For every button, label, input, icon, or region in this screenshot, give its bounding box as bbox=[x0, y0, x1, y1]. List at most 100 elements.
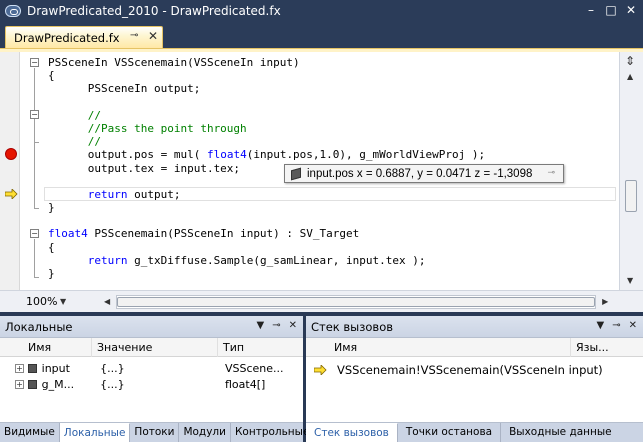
close-button[interactable]: ✕ bbox=[623, 2, 639, 18]
tab-call-stack[interactable]: Стек вызовов bbox=[306, 422, 398, 442]
tab-locals[interactable]: Локальные bbox=[59, 422, 131, 442]
scroll-up-icon[interactable]: ▲ bbox=[627, 72, 633, 81]
collapse-icon[interactable]: − bbox=[30, 229, 39, 238]
outline-line bbox=[34, 120, 35, 142]
tab-modules[interactable]: Модули bbox=[179, 422, 231, 442]
locals-panel: Локальные ▼ ⊸ ✕ Имя Значение Тип + input… bbox=[0, 316, 374, 442]
collapse-icon[interactable]: − bbox=[30, 110, 39, 119]
outline-line bbox=[34, 239, 35, 277]
code-line[interactable]: { bbox=[48, 241, 485, 254]
column-header-name[interactable]: Имя bbox=[306, 337, 571, 357]
code-line[interactable] bbox=[48, 214, 485, 227]
column-header-name[interactable]: Имя bbox=[0, 337, 92, 357]
code-token: { bbox=[48, 240, 55, 254]
code-token: } bbox=[48, 201, 55, 215]
code-line[interactable]: return g_txDiffuse.Sample(g_samLinear, i… bbox=[48, 254, 485, 267]
current-statement-arrow-icon bbox=[5, 189, 18, 199]
tab-output[interactable]: Выходные данные bbox=[501, 423, 620, 442]
maximize-button[interactable]: □ bbox=[603, 2, 619, 18]
tab-breakpoints[interactable]: Точки останова bbox=[398, 422, 502, 442]
datatip[interactable]: input.pos x = 0.6887, y = 0.0471 z = -1,… bbox=[284, 164, 564, 183]
code-token: } bbox=[48, 267, 55, 280]
comment-token: // bbox=[48, 108, 101, 122]
title-bar: DrawPredicated_2010 - DrawPredicated.fx … bbox=[0, 0, 643, 22]
code-token: output.pos = mul( bbox=[48, 148, 207, 162]
pin-icon[interactable]: ⊸ bbox=[272, 320, 280, 331]
code-token: output; bbox=[127, 187, 181, 201]
horizontal-scrollbar[interactable] bbox=[116, 294, 597, 309]
pin-icon[interactable]: ⊸ bbox=[130, 30, 138, 41]
document-tab-strip: DrawPredicated.fx ⊸ ✕ bbox=[0, 22, 643, 48]
zoom-level[interactable]: 100% bbox=[0, 295, 60, 308]
document-tab[interactable]: DrawPredicated.fx ⊸ ✕ bbox=[5, 26, 163, 48]
local-type: float4[] bbox=[225, 377, 266, 391]
collapse-icon[interactable]: − bbox=[30, 58, 39, 67]
call-stack-grid-header: Имя Язы... bbox=[306, 337, 643, 357]
field-icon bbox=[27, 363, 37, 373]
table-row[interactable]: + g_M... {...} float4[] bbox=[0, 376, 303, 392]
local-name: g_M... bbox=[41, 377, 75, 391]
call-stack-panel: Стек вызовов ▼ ⊸ ✕ Имя Язы... VSScenemai… bbox=[306, 316, 643, 442]
code-line[interactable]: // bbox=[48, 135, 485, 148]
column-header-language[interactable]: Язы... bbox=[571, 338, 643, 357]
pin-icon[interactable]: ⊸ bbox=[612, 320, 620, 331]
code-line[interactable] bbox=[48, 96, 485, 109]
table-row[interactable]: + input {...} VSScene... bbox=[0, 360, 303, 376]
code-line[interactable]: { bbox=[48, 69, 485, 82]
field-icon bbox=[291, 167, 301, 180]
column-header-value[interactable]: Значение bbox=[92, 337, 218, 357]
code-line[interactable]: float4 PSScenemain(PSSceneIn input) : SV… bbox=[48, 227, 485, 240]
code-line[interactable]: output.pos = mul( float4(input.pos,1.0),… bbox=[48, 148, 485, 161]
code-line[interactable]: // bbox=[48, 109, 485, 122]
tab-close-icon[interactable]: ✕ bbox=[148, 29, 158, 43]
code-line[interactable]: PSSceneIn VSScenemain(VSSceneIn input) bbox=[48, 56, 485, 69]
horizontal-scroll-thumb[interactable] bbox=[117, 296, 596, 307]
document-tab-label: DrawPredicated.fx bbox=[14, 30, 120, 45]
code-line[interactable]: return output; bbox=[48, 188, 485, 201]
minimize-button[interactable]: – bbox=[583, 2, 599, 18]
locals-controls: ▼ ⊸ ✕ bbox=[257, 320, 297, 331]
locals-grid-header: Имя Значение Тип bbox=[0, 337, 303, 357]
scroll-left-icon[interactable]: ◀ bbox=[104, 297, 110, 306]
local-value: {...} bbox=[100, 361, 125, 375]
code-token: PSSceneIn VSScenemain(VSSceneIn input) bbox=[48, 56, 300, 69]
splitter-icon[interactable]: ⇕ bbox=[625, 54, 635, 68]
outline-end bbox=[34, 142, 39, 143]
dropdown-icon[interactable]: ▼ bbox=[257, 320, 265, 331]
keyword-token: return bbox=[87, 187, 128, 201]
code-token: { bbox=[48, 69, 55, 83]
tab-autos[interactable]: Видимые bbox=[0, 422, 60, 442]
outlining-margin: − − − bbox=[30, 52, 42, 290]
close-icon[interactable]: ✕ bbox=[289, 320, 297, 331]
datatip-pin-icon[interactable]: ⊸ bbox=[547, 168, 555, 178]
keyword-token: float4 bbox=[48, 227, 88, 241]
tab-threads[interactable]: Потоки bbox=[130, 422, 180, 442]
vertical-scrollbar[interactable]: ⇕ ▲ ▼ bbox=[619, 52, 643, 290]
expand-icon[interactable]: + bbox=[15, 379, 24, 389]
code-line[interactable]: PSSceneIn output; bbox=[48, 82, 485, 95]
call-stack-title-bar: Стек вызовов ▼ ⊸ ✕ bbox=[306, 316, 643, 338]
local-name: input bbox=[41, 361, 70, 375]
expand-icon[interactable]: + bbox=[15, 363, 24, 373]
zoom-dropdown-icon[interactable]: ▼ bbox=[60, 297, 84, 306]
scroll-down-icon[interactable]: ▼ bbox=[627, 276, 633, 285]
current-frame-arrow-icon bbox=[314, 365, 327, 375]
visual-studio-icon bbox=[5, 5, 21, 17]
scroll-thumb[interactable] bbox=[625, 180, 637, 212]
keyword-token: return bbox=[87, 253, 128, 267]
code-line[interactable]: //Pass the point through bbox=[48, 122, 485, 135]
code-line[interactable]: } bbox=[48, 201, 485, 214]
column-header-type[interactable]: Тип bbox=[218, 338, 303, 357]
dropdown-icon[interactable]: ▼ bbox=[597, 320, 605, 331]
code-editor[interactable]: − − − PSSceneIn VSScenemain(VSSceneIn in… bbox=[0, 52, 643, 290]
breakpoint-gutter[interactable] bbox=[0, 52, 20, 290]
scroll-right-icon[interactable]: ▶ bbox=[602, 297, 608, 306]
close-icon[interactable]: ✕ bbox=[629, 320, 637, 331]
code-line[interactable]: } bbox=[48, 267, 485, 280]
breakpoint-icon[interactable] bbox=[5, 148, 17, 160]
keyword-token: float4 bbox=[206, 148, 247, 162]
call-stack-row[interactable]: VSScenemain!VSScenemain(VSSceneIn input) bbox=[306, 361, 643, 379]
call-stack-tool-tabs: Стек вызовов Точки останова Выходные дан… bbox=[306, 422, 643, 442]
